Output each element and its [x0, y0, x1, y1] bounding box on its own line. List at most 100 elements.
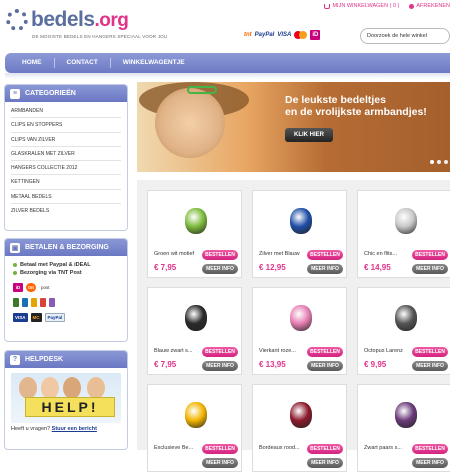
ideal-logo: iD	[13, 283, 23, 292]
checkout-icon	[409, 3, 415, 9]
product-price: € 14,95	[364, 263, 391, 272]
product-image[interactable]	[263, 195, 338, 247]
product-image[interactable]	[263, 389, 338, 441]
more-info-button[interactable]: MEER INFO	[202, 264, 238, 274]
site-logo[interactable]: bedels.org	[6, 8, 129, 32]
category-item[interactable]: KETTINGEN	[11, 175, 121, 190]
more-info-button[interactable]: MEER INFO	[202, 361, 238, 371]
product-card[interactable]: Blauw zwart s... € 7,95 BESTELLEN MEER INFO	[147, 287, 242, 375]
tagline: DE MOOISTE BEDELS EN HANGERS SPECIAAL VO…	[32, 34, 168, 39]
product-image[interactable]	[368, 195, 443, 247]
nav-home[interactable]: HOME	[10, 58, 55, 68]
product-grid: Groen wit motief € 7,95 BESTELLEN MEER INFO…	[137, 180, 450, 472]
bead-image	[184, 305, 207, 331]
more-info-button[interactable]: MEER INFO	[412, 264, 448, 274]
payment-logos-row: iD tnt post	[5, 280, 127, 295]
product-card[interactable]: Zwart paars s... BESTELLEN MEER INFO	[357, 384, 450, 472]
product-card[interactable]: Groen wit motief € 7,95 BESTELLEN MEER INFO	[147, 190, 242, 278]
banner-photo	[155, 88, 225, 158]
badge-icon	[31, 298, 37, 307]
nav-shadow	[5, 73, 450, 79]
nav-contact[interactable]: CONTACT	[55, 58, 111, 68]
cart-icon	[324, 3, 331, 9]
payment-box: ▣ BETALEN & BEZORGING Betaal met Paypal …	[4, 238, 128, 342]
product-image[interactable]	[368, 389, 443, 441]
bead-image	[184, 402, 207, 428]
category-item[interactable]: ZILVER BEDELS	[11, 204, 121, 218]
order-button[interactable]: BESTELLEN	[307, 250, 343, 260]
bead-image	[289, 208, 312, 234]
truck-icon: ▣	[10, 242, 20, 253]
main-nav: HOME CONTACT WINKELWAGENTJE	[5, 53, 450, 73]
visa-logo: VISA	[277, 32, 292, 38]
product-price: € 7,95	[154, 263, 177, 272]
tnt-logo: tnt	[26, 283, 36, 292]
bead-image	[394, 208, 417, 234]
send-message-link[interactable]: Stuur een bericht	[52, 426, 97, 432]
product-card[interactable]: Bordeaux rood... BESTELLEN MEER INFO	[252, 384, 347, 472]
category-item[interactable]: CLIPS EN STOPPERS	[11, 118, 121, 133]
product-price: € 7,95	[154, 360, 177, 369]
checkout-link[interactable]: AFREKENEN	[409, 3, 450, 9]
more-info-button[interactable]: MEER INFO	[307, 458, 343, 468]
category-item[interactable]: METAAL BEDELS	[11, 190, 121, 205]
product-card[interactable]: Exclusieve Be... BESTELLEN MEER INFO	[147, 384, 242, 472]
product-name[interactable]: Exclusieve Be...	[154, 445, 204, 451]
post-logo: post	[41, 285, 50, 290]
category-list: ARMBANDEN CLIPS EN STOPPERS CLIPS VAN ZI…	[5, 102, 127, 220]
category-item[interactable]: HANGERS COLLECTIE 2012	[11, 161, 121, 176]
product-name[interactable]: Zwart paars s...	[364, 445, 414, 451]
order-button[interactable]: BESTELLEN	[307, 444, 343, 454]
category-item[interactable]: ARMBANDEN	[11, 104, 121, 119]
product-card[interactable]: Zilver met Blauw € 12,95 BESTELLEN MEER INF…	[252, 190, 347, 278]
more-info-button[interactable]: MEER INFO	[412, 361, 448, 371]
product-name[interactable]: Octopus Larenz	[364, 348, 414, 354]
product-name[interactable]: Chic en flits...	[364, 251, 414, 257]
order-button[interactable]: BESTELLEN	[202, 250, 238, 260]
banner-button[interactable]: KLIK HIER	[285, 128, 333, 142]
cart-link[interactable]: MIJN WINKELWAGEN ( 0 )	[324, 3, 399, 9]
order-button[interactable]: BESTELLEN	[307, 347, 343, 357]
product-name[interactable]: Blauw zwart s...	[154, 348, 204, 354]
bead-image	[289, 402, 312, 428]
product-image[interactable]	[368, 292, 443, 344]
order-button[interactable]: BESTELLEN	[412, 444, 448, 454]
hero-banner[interactable]: De leukste bedeltjes en de vrolijkste ar…	[137, 82, 450, 172]
product-card[interactable]: Chic en flits... € 14,95 BESTELLEN MEER INF…	[357, 190, 450, 278]
order-button[interactable]: BESTELLEN	[412, 347, 448, 357]
order-button[interactable]: BESTELLEN	[202, 347, 238, 357]
payment-header: ▣ BETALEN & BEZORGING	[5, 239, 127, 256]
bead-image	[289, 305, 312, 331]
product-name[interactable]: Bordeaux rood...	[259, 445, 309, 451]
search-input[interactable]: Doorzoek de hele winkel	[360, 28, 450, 44]
categories-header: ≡ CATEGORIEËN	[5, 85, 127, 102]
product-card[interactable]: Octopus Larenz € 9,95 BESTELLEN MEER INFO	[357, 287, 450, 375]
nav-cart[interactable]: WINKELWAGENTJE	[111, 58, 197, 68]
product-name[interactable]: Vierkant roze...	[259, 348, 309, 354]
order-button[interactable]: BESTELLEN	[202, 444, 238, 454]
product-image[interactable]	[263, 292, 338, 344]
helpdesk-image: HELP!	[11, 373, 121, 423]
categories-box: ≡ CATEGORIEËN ARMBANDEN CLIPS EN STOPPER…	[4, 84, 128, 231]
product-image[interactable]	[158, 292, 233, 344]
order-button[interactable]: BESTELLEN	[412, 250, 448, 260]
helpdesk-question: Heeft u vragen?	[11, 426, 51, 432]
bead-image	[184, 208, 207, 234]
ideal-logo: iD	[310, 30, 321, 40]
slider-dots[interactable]	[430, 160, 448, 164]
paypal-logo: PayPal	[44, 313, 66, 322]
more-info-button[interactable]: MEER INFO	[307, 264, 343, 274]
more-info-button[interactable]: MEER INFO	[412, 458, 448, 468]
product-card[interactable]: Vierkant roze... € 13,95 BESTELLEN MEER INF…	[252, 287, 347, 375]
product-name[interactable]: Groen wit motief	[154, 251, 204, 257]
product-name[interactable]: Zilver met Blauw	[259, 251, 309, 257]
product-image[interactable]	[158, 389, 233, 441]
badge-icon	[13, 298, 19, 307]
category-item[interactable]: GLASKRALEN MET ZILVER	[11, 147, 121, 162]
logo-main: bedels	[31, 8, 95, 31]
more-info-button[interactable]: MEER INFO	[202, 458, 238, 468]
banner-title: De leukste bedeltjes en de vrolijkste ar…	[285, 94, 427, 118]
more-info-button[interactable]: MEER INFO	[307, 361, 343, 371]
category-item[interactable]: CLIPS VAN ZILVER	[11, 133, 121, 147]
product-image[interactable]	[158, 195, 233, 247]
